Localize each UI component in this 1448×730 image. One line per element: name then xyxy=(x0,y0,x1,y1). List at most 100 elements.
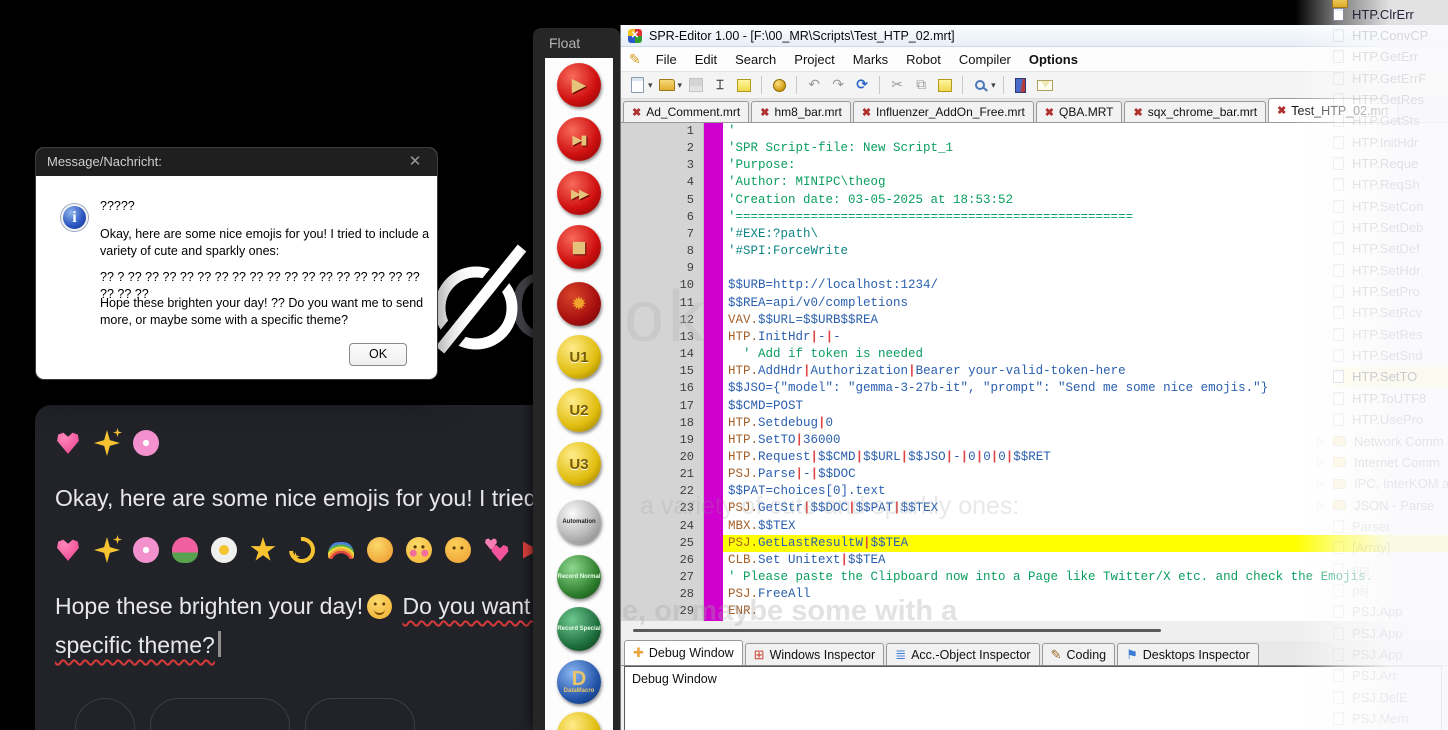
open-file-button[interactable] xyxy=(657,75,677,95)
function-list-item-htp-setpro[interactable]: HTP.SetPro xyxy=(1333,282,1448,302)
tab-close-icon[interactable]: ✖ xyxy=(760,106,769,119)
function-label: PSJ.Arr xyxy=(1352,668,1397,683)
save-as-button[interactable] xyxy=(734,75,754,95)
paste-button[interactable] xyxy=(935,75,955,95)
function-list-item-pgj[interactable]: pgj xyxy=(1333,559,1448,579)
tab-close-icon[interactable]: ✖ xyxy=(1133,106,1142,119)
chat-action-pill-button-2[interactable] xyxy=(305,698,415,730)
expand-icon[interactable]: ▷ xyxy=(1317,457,1324,468)
function-list-item-psj-arr[interactable]: PSJ.Arr xyxy=(1333,666,1448,686)
user-2-button[interactable]: U2 xyxy=(557,388,601,432)
float-toolbar-title[interactable]: Float xyxy=(549,35,580,51)
function-list-item-htp-clrerr[interactable]: HTP.ClrErr xyxy=(1333,4,1448,24)
function-list-item-htp-setcon[interactable]: HTP.SetCon xyxy=(1333,196,1448,216)
step-button[interactable]: ▶▮ xyxy=(557,117,601,161)
compile-button[interactable] xyxy=(769,75,789,95)
editor-tab-qba.mrt[interactable]: ✖ QBA.MRT xyxy=(1036,101,1123,122)
function-list-item-psj-app[interactable]: PSJ.App xyxy=(1333,645,1448,665)
menu-item-compiler[interactable]: Compiler xyxy=(950,52,1020,67)
menu-item-file[interactable]: File xyxy=(647,52,686,67)
menu-item-edit[interactable]: Edit xyxy=(686,52,726,67)
mail-button[interactable] xyxy=(1035,75,1055,95)
tab-close-icon[interactable]: ✖ xyxy=(1045,106,1054,119)
menu-item-search[interactable]: Search xyxy=(726,52,785,67)
function-list-item-htp-inithdr[interactable]: HTP.InitHdr xyxy=(1333,132,1448,152)
tab-close-icon[interactable]: ✖ xyxy=(1277,104,1286,117)
expand-icon[interactable]: ▷ xyxy=(1317,478,1324,489)
data-macro-button[interactable]: DDataMacro xyxy=(557,660,601,704)
tab-close-icon[interactable]: ✖ xyxy=(862,106,871,119)
refresh-button[interactable]: ⟳ xyxy=(852,75,872,95)
function-list-item-htp-reque[interactable]: HTP.Reque xyxy=(1333,153,1448,173)
new-file-button-dropdown-icon[interactable]: ▾ xyxy=(648,80,653,91)
tab-label: QBA.MRT xyxy=(1059,105,1113,119)
function-list-item-network-comm[interactable]: ▷Network Comm xyxy=(1333,431,1448,451)
chat-action-circle-button[interactable] xyxy=(75,698,135,730)
function-list-item-psj-app[interactable]: PSJ.App xyxy=(1333,623,1448,643)
function-list-item--array-[interactable]: [Array] xyxy=(1333,538,1448,558)
code-token: $$PAT=choices[0].text xyxy=(728,484,886,498)
inspector-tab-coding[interactable]: ✎Coding xyxy=(1042,643,1116,665)
editor-tab-sqx_chrome_bar.mrt[interactable]: ✖sqx_chrome_bar.mrt xyxy=(1124,101,1266,122)
splitter-handle[interactable] xyxy=(633,629,1161,632)
function-list-item-htp-reqsh[interactable]: HTP.ReqSh xyxy=(1333,175,1448,195)
new-file-button[interactable] xyxy=(627,75,647,95)
expand-icon[interactable]: ▷ xyxy=(1317,436,1324,447)
stop-button[interactable]: ◼ xyxy=(557,225,601,269)
function-list-item-htp-setsnd[interactable]: HTP.SetSnd xyxy=(1333,346,1448,366)
function-list-item-htp-setto[interactable]: HTP.SetTO xyxy=(1333,367,1448,387)
function-list-item-json-parse[interactable]: ▷JSON - Parse xyxy=(1333,495,1448,515)
function-list-item-htp-usepro[interactable]: HTP.UsePro xyxy=(1333,410,1448,430)
menu-item-marks[interactable]: Marks xyxy=(844,52,897,67)
dialog-question-heading: ????? xyxy=(100,198,135,215)
chat-action-pill-button-1[interactable] xyxy=(150,698,290,730)
dragon-button[interactable]: ✹ xyxy=(557,282,601,326)
find-button-dropdown-icon[interactable]: ▾ xyxy=(991,80,996,91)
function-list-item-htp-setdef[interactable]: HTP.SetDef xyxy=(1333,239,1448,259)
inspector-tab-desktops-inspector[interactable]: ⚑Desktops Inspector xyxy=(1117,643,1259,665)
open-file-button-dropdown-icon[interactable]: ▾ xyxy=(678,80,683,91)
function-list-item-psj-mem[interactable]: PSJ.Mem xyxy=(1333,709,1448,729)
play-button[interactable]: ▶ xyxy=(557,63,601,107)
function-list-item-internet-comm[interactable]: ▷Internet Comm xyxy=(1333,452,1448,472)
fast-forward-button[interactable]: ▶▶ xyxy=(557,171,601,215)
sparkles-emoji xyxy=(94,430,120,456)
function-list-item-htp-getsts[interactable]: HTP.GetSts xyxy=(1333,111,1448,131)
automation-button[interactable]: Automation xyxy=(557,500,601,544)
function-list-item-psj-app[interactable]: PSJ.App xyxy=(1333,602,1448,622)
editor-tab-influenzer_addon_free.mrt[interactable]: ✖Influenzer_AddOn_Free.mrt xyxy=(853,101,1034,122)
inspector-tab-acc-object-inspector[interactable]: ≣Acc.-Object Inspector xyxy=(886,643,1039,665)
function-list-item-htp-geterr[interactable]: HTP.GetErr xyxy=(1333,47,1448,67)
function-list-item-ipc-interkom-and[interactable]: ▷IPC, InterKOM and xyxy=(1333,474,1448,494)
exit-button[interactable] xyxy=(1011,75,1031,95)
record-special-button[interactable]: Record Special xyxy=(557,607,601,651)
menu-item-project[interactable]: Project xyxy=(785,52,843,67)
function-list-item-htp-sethdr[interactable]: HTP.SetHdr xyxy=(1333,260,1448,280)
tab-close-icon[interactable]: ✖ xyxy=(632,106,641,119)
editor-tab-ad_comment.mrt[interactable]: ✖Ad_Comment.mrt xyxy=(623,101,749,122)
ok-button[interactable]: OK xyxy=(349,343,407,366)
menu-item-robot[interactable]: Robot xyxy=(897,52,950,67)
function-list-item-htp-getres[interactable]: HTP.GetRes xyxy=(1333,89,1448,109)
close-all-button[interactable]: ⌶ xyxy=(710,75,730,95)
expand-icon[interactable]: ▷ xyxy=(1317,500,1324,511)
function-list-item-psj[interactable]: psj xyxy=(1333,580,1448,600)
function-list-item-parser[interactable]: Parser xyxy=(1333,516,1448,536)
user-1-button[interactable]: U1 xyxy=(557,335,601,379)
function-list-item-htp-setrcv[interactable]: HTP.SetRcv xyxy=(1333,303,1448,323)
function-list-item-htp-setres[interactable]: HTP.SetRes xyxy=(1333,324,1448,344)
close-icon[interactable]: ✕ xyxy=(403,148,427,176)
inspector-tab-icon: ✚ xyxy=(633,645,644,661)
user-3-button[interactable]: U3 xyxy=(557,442,601,486)
function-list-item-htp-geterrf[interactable]: HTP.GetErrF xyxy=(1333,68,1448,88)
function-list-item-psj-dele[interactable]: PSJ.DelE xyxy=(1333,687,1448,707)
function-list-item-htp-setdeb[interactable]: HTP.SetDeb xyxy=(1333,218,1448,238)
menu-item-options[interactable]: Options xyxy=(1020,52,1087,67)
editor-tab-hm8_bar.mrt[interactable]: ✖hm8_bar.mrt xyxy=(751,101,851,122)
function-list-item-htp-convcp[interactable]: HTP.ConvCP xyxy=(1333,25,1448,45)
record-normal-button[interactable]: Record Normal xyxy=(557,555,601,599)
find-button[interactable] xyxy=(970,75,990,95)
inspector-tab-windows-inspector[interactable]: ⊞Windows Inspector xyxy=(745,643,885,665)
inspector-tab-debug-window[interactable]: ✚Debug Window xyxy=(624,640,743,665)
function-list-item-htp-toutf8[interactable]: HTP.ToUTF8 xyxy=(1333,388,1448,408)
